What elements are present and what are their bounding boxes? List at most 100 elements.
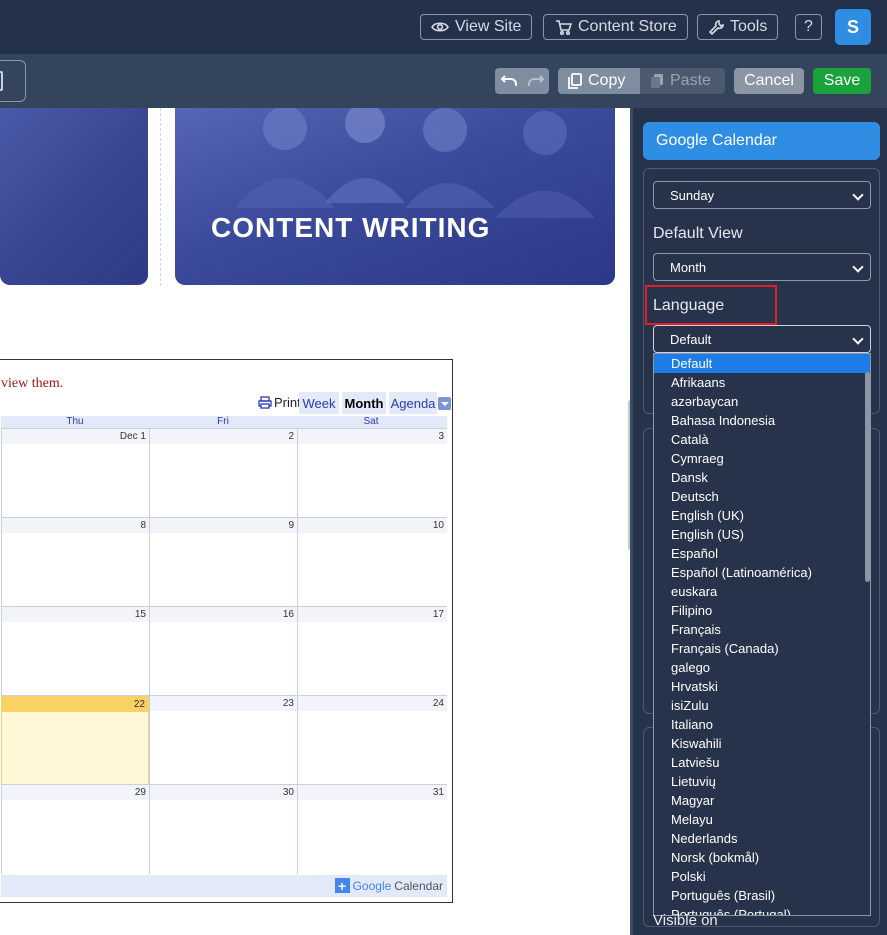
copy-paste-group: Copy Paste xyxy=(558,68,725,94)
calendar-footer: + Google Calendar xyxy=(1,875,447,897)
google-calendar-link[interactable]: + Google Calendar xyxy=(334,878,443,894)
language-option[interactable]: Magyar xyxy=(654,791,870,810)
help-button[interactable]: ? xyxy=(795,14,822,40)
language-option[interactable]: Latviešu xyxy=(654,753,870,772)
day-number: 9 xyxy=(288,520,294,531)
language-option[interactable]: Lietuvių xyxy=(654,772,870,791)
language-option[interactable]: isiZulu xyxy=(654,696,870,715)
day-number: Dec 1 xyxy=(119,431,146,442)
language-highlight-box xyxy=(645,285,777,325)
undo-redo-group xyxy=(495,68,549,94)
day-number: 31 xyxy=(432,787,444,798)
dropdown-scrollbar[interactable] xyxy=(865,372,870,582)
calendar-day-cell[interactable]: 24 xyxy=(297,696,447,785)
top-bar: View Site Content Store Tools ? S xyxy=(0,0,887,54)
copy-label: Copy xyxy=(588,72,626,89)
language-option[interactable]: Filipino xyxy=(654,601,870,620)
language-option[interactable]: Português (Brasil) xyxy=(654,886,870,905)
calendar-week-row: Dec 1 2 3 xyxy=(1,428,447,518)
language-option[interactable]: Hrvatski xyxy=(654,677,870,696)
calendar-day-cell[interactable]: 8 xyxy=(1,518,149,607)
calendar-day-cell[interactable]: 23 xyxy=(149,696,297,785)
day-number: 17 xyxy=(432,609,444,620)
calendar-week-row: 22 23 24 xyxy=(1,695,447,785)
language-option[interactable]: Cymraeg xyxy=(654,449,870,468)
language-option[interactable]: azərbaycan xyxy=(654,392,870,411)
language-option[interactable]: Kiswahili xyxy=(654,734,870,753)
cancel-button[interactable]: Cancel xyxy=(734,68,804,94)
calendar-day-cell[interactable]: 15 xyxy=(1,607,149,696)
day-number: 16 xyxy=(282,609,294,620)
content-store-button[interactable]: Content Store xyxy=(543,14,688,40)
day-number: 23 xyxy=(282,698,294,709)
calendar-day-cell[interactable]: 17 xyxy=(297,607,447,696)
calendar-day-cell[interactable]: 16 xyxy=(149,607,297,696)
calendar-week-row: 8 9 10 xyxy=(1,517,447,607)
language-option[interactable]: euskara xyxy=(654,582,870,601)
language-option[interactable]: Français (Canada) xyxy=(654,639,870,658)
language-option[interactable]: Polski xyxy=(654,867,870,886)
calendar-day-cell[interactable]: 3 xyxy=(297,429,447,518)
view-site-button[interactable]: View Site xyxy=(420,14,533,40)
language-option[interactable]: Italiano xyxy=(654,715,870,734)
calendar-options-dropdown[interactable] xyxy=(438,397,451,410)
language-option[interactable]: English (UK) xyxy=(654,506,870,525)
language-option[interactable]: Deutsch xyxy=(654,487,870,506)
save-button[interactable]: Save xyxy=(813,68,871,94)
calendar-day-cell[interactable]: 10 xyxy=(297,518,447,607)
default-view-label: Default View xyxy=(653,225,743,242)
language-option[interactable]: English (US) xyxy=(654,525,870,544)
language-option[interactable]: Afrikaans xyxy=(654,373,870,392)
calendar-day-headers: Thu Fri Sat xyxy=(1,416,447,428)
language-option[interactable]: Norsk (bokmål) xyxy=(654,848,870,867)
language-option[interactable]: Dansk xyxy=(654,468,870,487)
copy-icon xyxy=(568,73,582,89)
calendar-message: view them. xyxy=(1,376,64,391)
calendar-day-cell[interactable]: Dec 1 xyxy=(1,429,149,518)
tablet-icon xyxy=(0,71,3,91)
day-number: 10 xyxy=(432,520,444,531)
calendar-today-cell[interactable]: 22 xyxy=(1,696,149,785)
google-calendar-embed: view them. Print Week Month Agenda Thu F… xyxy=(0,359,453,903)
google-logo-text: Google xyxy=(352,878,392,893)
tools-button[interactable]: Tools xyxy=(697,14,779,40)
day-number: 2 xyxy=(288,431,294,442)
default-view-select[interactable]: Month xyxy=(653,253,871,281)
redo-icon xyxy=(527,75,544,86)
calendar-tab-month[interactable]: Month xyxy=(342,392,386,414)
calendar-print-link[interactable]: Print xyxy=(258,395,301,410)
calendar-day-cell[interactable]: 29 xyxy=(1,785,149,874)
language-option[interactable]: galego xyxy=(654,658,870,677)
language-select[interactable]: Default xyxy=(653,325,871,353)
calendar-day-cell[interactable]: 9 xyxy=(149,518,297,607)
calendar-logo-text: Calendar xyxy=(394,878,443,893)
content-writing-card[interactable]: CONTENT WRITING xyxy=(175,108,615,285)
language-option[interactable]: Nederlands xyxy=(654,829,870,848)
redo-button[interactable] xyxy=(522,68,549,94)
day-number: 30 xyxy=(282,787,294,798)
language-option[interactable]: Melayu xyxy=(654,810,870,829)
week-start-select[interactable]: Sunday xyxy=(653,181,871,209)
paste-button[interactable]: Paste xyxy=(640,68,725,94)
language-option[interactable]: Español xyxy=(654,544,870,563)
language-option[interactable]: Bahasa Indonesia xyxy=(654,411,870,430)
calendar-day-cell[interactable]: 31 xyxy=(297,785,447,874)
language-option[interactable]: Default xyxy=(654,354,870,373)
language-option[interactable]: Català xyxy=(654,430,870,449)
store-icon xyxy=(556,20,572,35)
language-dropdown-list[interactable]: Default Afrikaans azərbaycan Bahasa Indo… xyxy=(653,353,871,916)
calendar-tab-agenda[interactable]: Agenda xyxy=(389,392,437,414)
service-card-image xyxy=(0,108,148,285)
avatar[interactable]: S xyxy=(835,9,871,45)
device-preview-button[interactable] xyxy=(0,60,26,102)
calendar-tab-week[interactable]: Week xyxy=(299,392,339,414)
calendar-day-cell[interactable]: 30 xyxy=(149,785,297,874)
card-title: CONTENT WRITING xyxy=(211,212,491,243)
day-header: Fri xyxy=(217,416,229,427)
undo-button[interactable] xyxy=(495,68,522,94)
language-option[interactable]: Français xyxy=(654,620,870,639)
language-option[interactable]: Español (Latinoamérica) xyxy=(654,563,870,582)
copy-button[interactable]: Copy xyxy=(558,68,640,94)
day-number: 15 xyxy=(134,609,146,620)
calendar-day-cell[interactable]: 2 xyxy=(149,429,297,518)
